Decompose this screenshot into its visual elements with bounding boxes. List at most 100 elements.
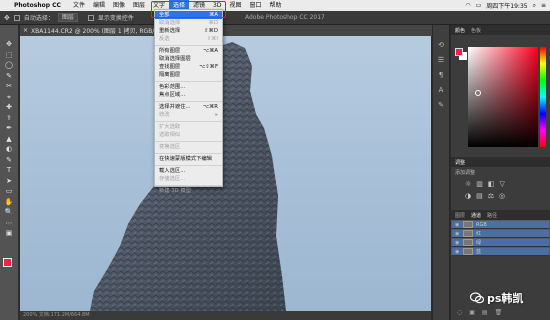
brush-settings-icon[interactable]: ✎ (436, 101, 446, 110)
clone-stamp-tool-icon[interactable]: ✒ (2, 123, 16, 134)
menu-file[interactable]: 文件 (69, 0, 89, 11)
healing-tool-icon[interactable]: ✚ (2, 102, 16, 113)
hue-saturation-icon[interactable]: ◑ (465, 192, 471, 200)
eyedropper-tool-icon[interactable]: ⌖ (2, 92, 16, 103)
transform-controls-checkbox[interactable] (87, 14, 94, 21)
select-menu-item[interactable]: 查找图层 ⌥⇧⌘F (155, 63, 222, 71)
menu-separator (155, 120, 222, 122)
color-picker-cursor[interactable] (475, 90, 481, 96)
channel-row-blue[interactable]: ◉ 蓝 (451, 247, 550, 256)
dodge-tool-icon[interactable]: ◐ (2, 144, 16, 155)
quick-select-tool-icon[interactable]: ✎ (2, 71, 16, 82)
menu-item-label: 所有图层 (159, 48, 181, 54)
select-menu-item[interactable]: 取消选择图层 (155, 55, 222, 63)
visibility-eye-icon[interactable]: ◉ (455, 230, 460, 238)
tab-color[interactable]: 颜色 (455, 27, 465, 34)
select-menu-item[interactable]: 载入选区... (155, 167, 222, 175)
menu-item-label: 变换选区 (159, 144, 181, 150)
select-menu-item[interactable]: 隔离图层 (155, 71, 222, 79)
character-icon[interactable]: A (436, 86, 446, 95)
auto-select-dropdown[interactable]: 图层 (57, 13, 78, 22)
foreground-color-swatch[interactable] (3, 258, 12, 267)
zoom-tool-icon[interactable]: 🔍 (2, 207, 16, 218)
visibility-eye-icon[interactable]: ◉ (455, 239, 460, 247)
select-menu-dropdown: 全部 ⌘A 取消选择 ⌘D 重新选择 ⇧⌘D 反选 ⇧⌘I 所有图层 ⌥⌘A 取消选择图层 查找图层 ⌥… (154, 9, 223, 194)
channel-row-red[interactable]: ◉ 红 (451, 229, 550, 238)
channel-row-rgb[interactable]: ◉ RGB (451, 220, 550, 229)
type-tool-icon[interactable]: T (2, 165, 16, 176)
channel-row-green[interactable]: ◉ 绿 (451, 238, 550, 247)
color-balance-icon[interactable]: ▤ (476, 192, 483, 200)
quick-mask-icon[interactable]: ▣ (2, 228, 16, 239)
color-panel (451, 35, 550, 153)
color-picker-field[interactable] (468, 47, 538, 147)
select-menu-item[interactable]: 重新选择 ⇧⌘D (155, 27, 222, 35)
save-selection-icon[interactable]: ▣ (469, 309, 475, 316)
tab-swatches[interactable]: 色板 (471, 27, 481, 34)
collapsed-panel-strip: ⟲ ☰ ¶ A ✎ (433, 25, 450, 320)
tab-channels[interactable]: 通道 (471, 212, 481, 219)
menu-separator (155, 100, 222, 102)
menu-image[interactable]: 图像 (109, 0, 129, 11)
properties-icon[interactable]: ☰ (436, 56, 446, 65)
select-menu-item[interactable]: 色彩范围... (155, 83, 222, 91)
visibility-eye-icon[interactable]: ◉ (455, 248, 460, 256)
move-tool-icon[interactable]: ✥ (2, 39, 16, 50)
hue-slider[interactable] (540, 47, 546, 147)
photo-filter-icon[interactable]: ◎ (499, 192, 505, 200)
black-white-icon[interactable]: ⚖ (488, 192, 494, 200)
battery-icon[interactable]: ▭ (476, 2, 482, 9)
marquee-tool-icon[interactable]: ⬚ (2, 50, 16, 61)
menu-edit[interactable]: 编辑 (89, 0, 109, 11)
channel-thumbnail (463, 230, 473, 237)
select-menu-item[interactable]: 焦点区域... (155, 91, 222, 99)
gradient-tool-icon[interactable]: ▲ (2, 134, 16, 145)
document-canvas[interactable] (20, 36, 431, 311)
brightness-icon[interactable]: ☼ (465, 180, 471, 188)
pen-tool-icon[interactable]: ✎ (2, 155, 16, 166)
more-tools-icon[interactable]: ⋯ (2, 218, 16, 229)
menu-item-label: 在快速蒙版模式下编辑 (159, 156, 212, 162)
menu-item-label: 选取相似 (159, 132, 181, 138)
crop-tool-icon[interactable]: ✂ (2, 81, 16, 92)
select-menu-item[interactable]: 在快速蒙版模式下编辑 (155, 155, 222, 163)
menu-item-shortcut: ▸ (215, 112, 218, 118)
path-select-tool-icon[interactable]: ➤ (2, 176, 16, 187)
select-menu-item[interactable]: 选择并遮住... ⌥⌘R (155, 103, 222, 111)
hand-tool-icon[interactable]: ✋ (2, 197, 16, 208)
curves-icon[interactable]: ◧ (488, 180, 495, 188)
menu-item-shortcut: ⌥⌘R (202, 104, 218, 110)
select-menu-item: 修改 ▸ (155, 111, 222, 119)
tab-adjustments[interactable]: 调整 (455, 159, 465, 166)
shape-tool-icon[interactable]: ▭ (2, 186, 16, 197)
auto-select-checkbox[interactable] (13, 14, 20, 21)
menu-layer[interactable]: 图层 (129, 0, 149, 11)
paragraph-icon[interactable]: ¶ (436, 71, 446, 80)
brush-tool-icon[interactable]: ⚕ (2, 113, 16, 124)
close-tab-icon[interactable]: × (23, 27, 28, 34)
levels-icon[interactable]: ▥ (476, 180, 483, 188)
new-channel-icon[interactable]: ▤ (482, 309, 488, 316)
menu-help[interactable]: 帮助 (266, 0, 286, 11)
watermark: ps韩凯 (470, 290, 523, 306)
visibility-eye-icon[interactable]: ◉ (455, 221, 460, 229)
tab-paths[interactable]: 路径 (487, 212, 497, 219)
clock[interactable]: 周四下午19:35 (486, 1, 527, 10)
exposure-icon[interactable]: ▽ (500, 180, 505, 188)
load-selection-icon[interactable]: ◌ (457, 309, 462, 316)
menu-window[interactable]: 窗口 (246, 0, 266, 11)
color-panel-fg-swatch[interactable] (455, 48, 463, 56)
menu-view[interactable]: 视图 (225, 0, 245, 11)
lasso-tool-icon[interactable]: ◯ (2, 60, 16, 71)
trash-icon[interactable]: 🗑 (495, 309, 503, 316)
history-icon[interactable]: ⟲ (436, 41, 446, 50)
document-tab[interactable]: × XBA1144.CR2 @ 200% (图层 1 拷贝, RGB/16*) … (20, 25, 432, 36)
app-menu[interactable]: Photoshop CC (14, 2, 61, 9)
search-icon[interactable]: ⌕ (533, 2, 536, 10)
select-menu-item[interactable]: 所有图层 ⌥⌘A (155, 47, 222, 55)
wifi-icon[interactable]: ◠ (465, 2, 470, 9)
move-tool-icon[interactable]: ✥ (4, 14, 10, 22)
tab-layers[interactable]: 图层 (455, 212, 465, 219)
notification-icon[interactable]: ≡ (541, 2, 546, 9)
select-menu-item: 反选 ⇧⌘I (155, 35, 222, 43)
